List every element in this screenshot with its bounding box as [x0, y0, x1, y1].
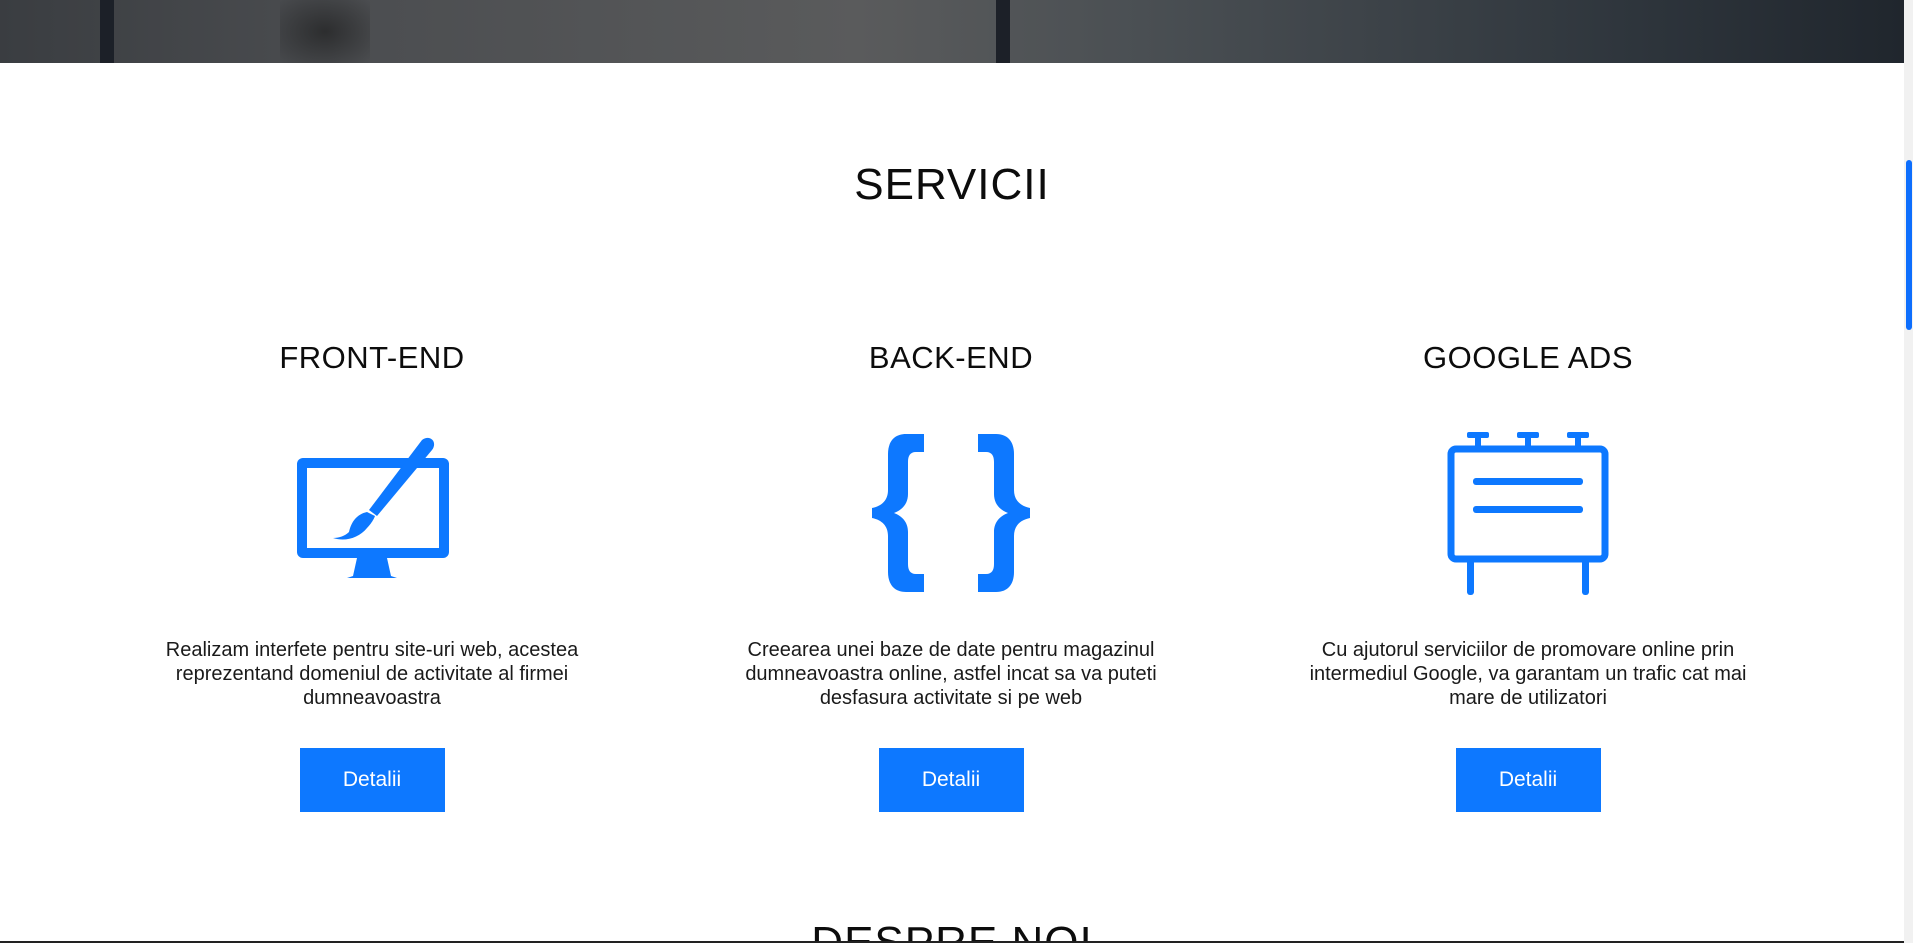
monitor-brush-icon [287, 428, 457, 598]
curly-braces-icon [866, 428, 1036, 598]
service-description: Cu ajutorul serviciilor de promovare onl… [1309, 639, 1747, 709]
service-card-back-end: BACK-END Creearea unei baze de date pent… [711, 336, 1191, 812]
section-title: SERVICII [854, 160, 1050, 209]
service-title: BACK-END [868, 340, 1034, 375]
hero-image-strip [0, 0, 1904, 63]
next-section-title: DESPRE NOI [811, 918, 1093, 943]
service-description: Creearea unei baze de date pentru magazi… [745, 639, 1157, 709]
service-description: Realizam interfete pentru site-uri web, … [165, 639, 579, 709]
details-button-google-ads[interactable]: Detalii [1455, 748, 1601, 812]
billboard-icon [1443, 428, 1613, 598]
hero-frame-middle [996, 0, 1010, 63]
service-title: FRONT-END [279, 340, 465, 375]
details-button-back-end[interactable]: Detalii [878, 748, 1024, 812]
details-button-front-end[interactable]: Detalii [299, 748, 445, 812]
hero-blur [280, 0, 370, 63]
scrollbar-thumb[interactable] [1906, 160, 1912, 330]
service-card-google-ads: GOOGLE ADS Cu ajutorul serviciilor de pr… [1288, 336, 1768, 812]
hero-frame-left [100, 0, 114, 63]
service-title: GOOGLE ADS [1422, 340, 1633, 375]
scrollbar-track[interactable] [1904, 0, 1913, 943]
service-card-front-end: FRONT-END Realizam interfete pentru site… [132, 336, 612, 812]
